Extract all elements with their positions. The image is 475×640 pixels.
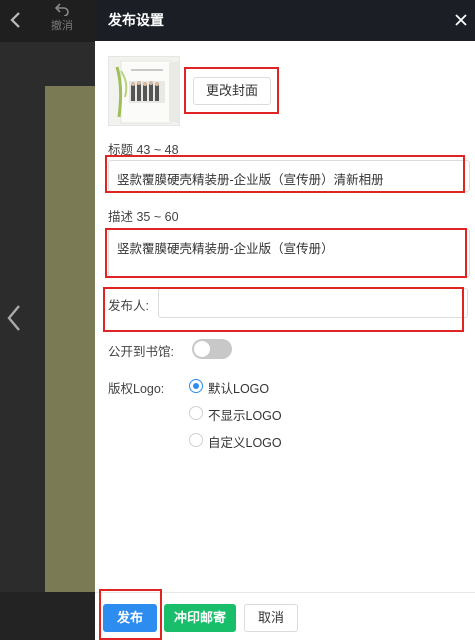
editor-toolbar: 撤消 (0, 0, 95, 42)
description-input[interactable]: 竖款覆膜硬壳精装册-企业版（宣传册） (108, 229, 470, 277)
prev-page-icon[interactable] (4, 300, 24, 336)
title-label: 标题 43 ~ 48 (108, 143, 179, 157)
back-icon[interactable] (8, 10, 24, 30)
change-cover-button[interactable]: 更改封面 (193, 77, 271, 105)
description-label: 描述 35 ~ 60 (108, 210, 179, 224)
panel-header: 发布设置 (95, 0, 475, 41)
cover-thumbnail (108, 56, 180, 126)
undo-label: 撤消 (51, 19, 73, 32)
undo-button[interactable]: 撤消 (46, 2, 78, 38)
publisher-input[interactable] (158, 288, 468, 318)
undo-icon (46, 2, 78, 20)
logo-option-default-label: 默认LOGO (208, 382, 270, 396)
logo-option-default[interactable]: 默认LOGO (189, 377, 299, 396)
radio-checked-icon (189, 379, 203, 393)
public-to-library-label: 公开到书馆: (108, 345, 174, 359)
logo-option-custom[interactable]: 自定义LOGO (189, 431, 299, 450)
publish-button[interactable]: 发布 (103, 604, 157, 632)
panel-footer: 发布 冲印邮寄 取消 (95, 592, 475, 640)
radio-unchecked-icon (189, 406, 203, 420)
editor-background: 撤消 (0, 0, 95, 640)
radio-unchecked-icon (189, 433, 203, 447)
editor-page-preview (45, 86, 95, 592)
toggle-knob (194, 341, 210, 357)
logo-option-custom-label: 自定义LOGO (208, 436, 282, 450)
publisher-label: 发布人: (108, 299, 149, 313)
logo-option-hide-label: 不显示LOGO (208, 409, 282, 423)
close-icon[interactable] (451, 10, 471, 30)
panel-title: 发布设置 (108, 12, 164, 28)
editor-bottom-bar (0, 592, 95, 640)
public-to-library-toggle[interactable] (192, 339, 232, 359)
logo-option-hide[interactable]: 不显示LOGO (189, 404, 299, 423)
title-input[interactable]: 竖款覆膜硬壳精装册-企业版（宣传册）清新相册 (108, 160, 470, 192)
cancel-button[interactable]: 取消 (244, 604, 298, 632)
publish-settings-panel: 发布设置 更改封面 标题 43 ~ 48 竖款覆膜硬壳精装册-企业版（宣传册）清… (95, 0, 475, 640)
copyright-logo-label: 版权Logo: (108, 382, 165, 396)
print-mail-button[interactable]: 冲印邮寄 (164, 604, 236, 632)
